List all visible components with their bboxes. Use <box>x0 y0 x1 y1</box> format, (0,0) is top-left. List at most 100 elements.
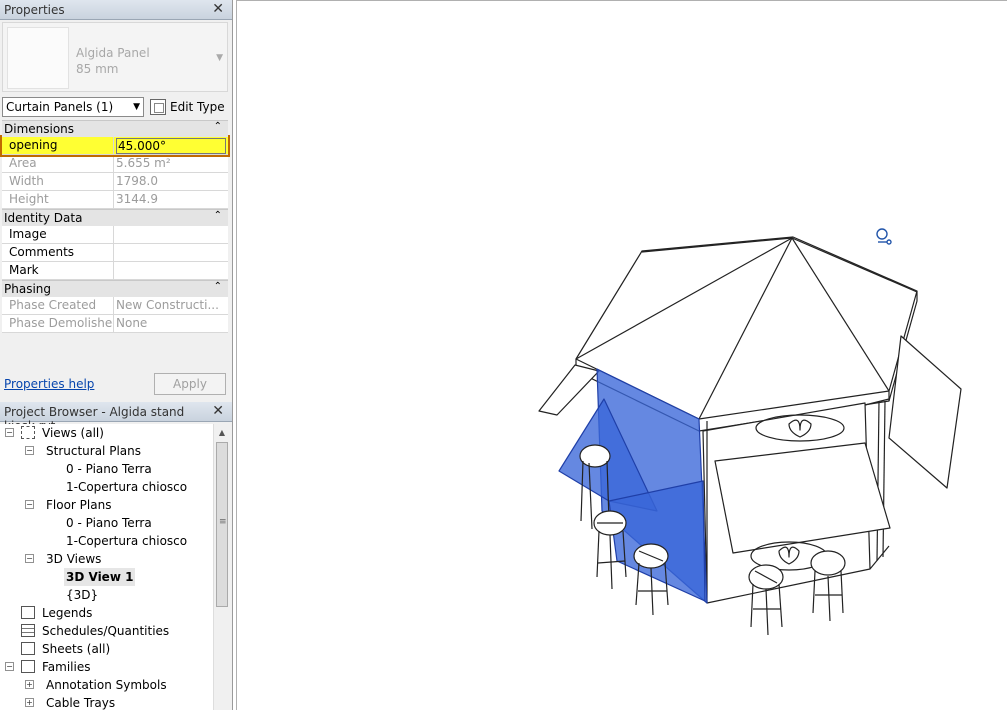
property-key: Image <box>2 226 114 243</box>
property-value-cell[interactable] <box>114 137 228 154</box>
tree-node-structural-plans[interactable]: − Structural Plans <box>0 442 213 460</box>
property-value[interactable] <box>114 244 228 261</box>
sun-path-icon[interactable] <box>876 228 892 245</box>
property-row-opening[interactable]: opening <box>0 135 230 157</box>
opening-angle-input[interactable] <box>116 138 226 154</box>
tree-node-families[interactable]: − Families <box>0 658 213 676</box>
tree-node-label: 0 - Piano Terra <box>66 462 152 476</box>
close-icon[interactable]: ✕ <box>212 403 224 419</box>
group-phasing[interactable]: Phasing ⌃ <box>2 280 228 297</box>
right-open-panel <box>888 335 962 489</box>
property-value: New Constructi... <box>116 298 219 312</box>
collapse-icon[interactable]: − <box>5 428 14 437</box>
tree-node-view[interactable]: 1-Copertura chiosco <box>0 532 213 550</box>
tree-node-label: {3D} <box>66 588 99 602</box>
stool <box>748 564 784 636</box>
tree-node-3d-views[interactable]: − 3D Views <box>0 550 213 568</box>
property-row-height: Height 3144.9 <box>2 191 228 209</box>
property-value[interactable] <box>114 226 228 243</box>
tree-node-label: Sheets (all) <box>42 642 111 656</box>
collapse-icon[interactable]: − <box>25 500 34 509</box>
collapse-icon[interactable]: − <box>25 446 34 455</box>
tree-node-view[interactable]: {3D} <box>0 586 213 604</box>
tree-node-label: 3D View 1 <box>64 568 136 586</box>
group-dimensions[interactable]: Dimensions ⌃ <box>2 120 228 137</box>
3d-viewport[interactable] <box>236 0 1007 710</box>
tree-node-label: Families <box>42 660 91 674</box>
property-row-phase-demolished: Phase Demolished None <box>2 315 228 333</box>
tree-node-legends[interactable]: Legends <box>0 604 213 622</box>
property-key: Mark <box>2 262 114 279</box>
close-icon[interactable]: ✕ <box>212 1 224 17</box>
edit-type-label: Edit Type <box>170 100 225 114</box>
project-browser-tree: − Views (all) − Structural Plans 0 - Pia… <box>0 424 213 710</box>
legend-icon <box>21 606 35 619</box>
tree-node-label: Schedules/Quantities <box>42 624 170 638</box>
collapse-icon[interactable]: − <box>5 662 14 671</box>
views-icon <box>21 426 35 439</box>
property-value: None <box>116 316 148 330</box>
3d-model-canvas[interactable] <box>237 1 1007 711</box>
tree-node-label: 3D Views <box>46 552 102 566</box>
edit-type-icon <box>150 99 166 115</box>
property-key: Phase Created <box>2 297 114 314</box>
expand-icon[interactable]: + <box>25 680 34 689</box>
tree-node-sheets[interactable]: Sheets (all) <box>0 640 213 658</box>
instance-filter-dropdown[interactable]: Curtain Panels (1) ▼ <box>2 97 144 117</box>
property-key: Width <box>2 173 114 190</box>
tree-node-view[interactable]: 1-Copertura chiosco <box>0 478 213 496</box>
tree-node-view[interactable]: 0 - Piano Terra <box>0 514 213 532</box>
collapse-icon[interactable]: ⌃ <box>214 210 222 221</box>
tree-node-view[interactable]: 0 - Piano Terra <box>0 460 213 478</box>
tree-node-floor-plans[interactable]: − Floor Plans <box>0 496 213 514</box>
tree-node-label: 0 - Piano Terra <box>66 516 152 530</box>
tree-node-schedules[interactable]: Schedules/Quantities <box>0 622 213 640</box>
tree-node-cable-trays[interactable]: + Cable Trays <box>0 694 213 710</box>
property-value[interactable] <box>114 262 228 279</box>
property-key: Height <box>2 191 114 208</box>
property-row-mark[interactable]: Mark <box>2 262 228 280</box>
type-preview-thumbnail <box>7 27 69 89</box>
group-label: Identity Data <box>4 211 83 225</box>
tree-node-annotation-symbols[interactable]: + Annotation Symbols <box>0 676 213 694</box>
edit-type-button[interactable]: Edit Type <box>150 97 225 117</box>
type-family-name: Algida Panel <box>76 46 150 60</box>
instance-filter-value: Curtain Panels (1) <box>6 100 114 114</box>
left-awning <box>538 364 600 416</box>
instance-row: Curtain Panels (1) ▼ Edit Type <box>2 97 228 119</box>
properties-title: Properties <box>4 3 65 17</box>
property-key: Area <box>2 155 114 172</box>
tree-node-view-active[interactable]: 3D View 1 <box>0 568 213 586</box>
property-value: 5.655 m² <box>116 156 171 170</box>
scroll-up-icon[interactable]: ▲ <box>214 424 230 441</box>
collapse-icon[interactable]: ⌃ <box>214 281 222 292</box>
properties-footer: Properties help Apply <box>2 372 228 398</box>
stool <box>810 550 846 622</box>
left-pane: Properties ✕ Algida Panel 85 mm ▼ Curtai… <box>0 0 233 710</box>
tree-node-label: Annotation Symbols <box>46 678 167 692</box>
group-identity-data[interactable]: Identity Data ⌃ <box>2 209 228 226</box>
apply-button[interactable]: Apply <box>154 373 226 395</box>
property-row-area: Area 5.655 m² <box>2 155 228 173</box>
expand-icon[interactable]: + <box>25 698 34 707</box>
chevron-down-icon: ▼ <box>133 102 140 112</box>
properties-grid: Dimensions ⌃ opening Area 5.655 m² Width… <box>0 120 230 333</box>
property-key: Comments <box>2 244 114 261</box>
collapse-icon[interactable]: ⌃ <box>214 121 222 132</box>
property-value: 3144.9 <box>116 192 158 206</box>
collapse-icon[interactable]: − <box>25 554 34 563</box>
project-browser-scrollbar[interactable]: ▲ ≡ <box>213 424 230 710</box>
tree-node-label: Cable Trays <box>46 696 116 710</box>
scrollbar-thumb[interactable]: ≡ <box>216 442 228 607</box>
type-selector[interactable]: Algida Panel 85 mm ▼ <box>2 22 228 92</box>
type-subtype-name: 85 mm <box>76 62 119 76</box>
schedule-icon <box>21 624 35 637</box>
chevron-down-icon[interactable]: ▼ <box>216 53 223 63</box>
property-row-comments[interactable]: Comments <box>2 244 228 262</box>
property-row-image[interactable]: Image <box>2 226 228 244</box>
properties-title-bar: Properties ✕ <box>0 0 232 20</box>
family-icon <box>21 660 35 673</box>
properties-help-link[interactable]: Properties help <box>4 377 94 391</box>
tree-node-label: 1-Copertura chiosco <box>66 480 188 494</box>
tree-node-views-all[interactable]: − Views (all) <box>0 424 213 442</box>
